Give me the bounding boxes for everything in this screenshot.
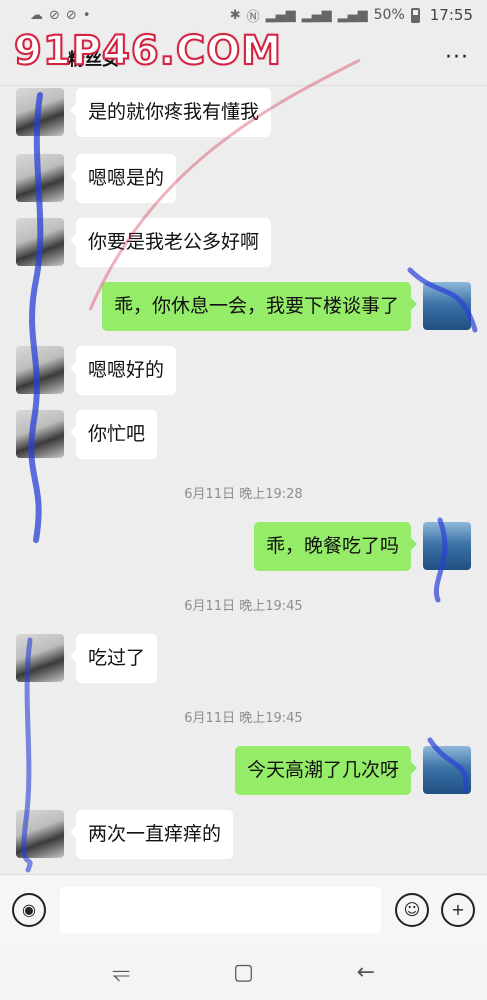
my-avatar[interactable] [423, 746, 471, 794]
message-row: 两次一直痒痒的 [16, 810, 234, 859]
message-row: 是的就你疼我有懂我 [16, 88, 272, 137]
message-bubble[interactable]: 你忙吧 [69, 410, 158, 459]
plus-icon[interactable]: + [441, 892, 475, 927]
voice-icon[interactable]: ◉ [12, 892, 46, 927]
input-bar: ◉ ☺ + [0, 874, 487, 944]
message-bubble[interactable]: 两次一直痒痒的 [69, 810, 234, 859]
contact-avatar[interactable] [16, 810, 64, 858]
sync-icon: ⊘ [49, 7, 60, 23]
watermark: 91P46.COM [13, 27, 283, 75]
message-bubble[interactable]: 乖，晚餐吃了吗 [253, 522, 418, 571]
message-bubble[interactable]: 吃过了 [69, 634, 158, 683]
nfc-icon: Ⓝ [246, 9, 260, 25]
more-options-icon[interactable]: ··· [445, 46, 469, 69]
status-bar: ☁ ⊘ ⊘ • ✱ Ⓝ ▂▄▆ ▂▄▆ ▂▄▆ 50% 17:55 [0, 0, 487, 30]
message-list[interactable]: 是的就你疼我有懂我 嗯嗯是的 你要是我老公多好啊 乖，你休息一会，我要下楼谈事了… [0, 86, 487, 874]
message-bubble[interactable]: 嗯嗯好的 [69, 346, 177, 395]
signal-icon: ▂▄▆ [265, 7, 296, 23]
contact-avatar[interactable] [16, 88, 64, 136]
message-bubble[interactable]: 你要是我老公多好啊 [69, 218, 272, 267]
contact-avatar[interactable] [16, 634, 64, 682]
recents-icon[interactable]: ⥫ [101, 960, 141, 985]
message-row: 嗯嗯好的 [16, 346, 177, 395]
message-bubble[interactable]: 今天高潮了几次呀 [234, 746, 418, 795]
clock: 17:55 [429, 6, 473, 24]
home-icon[interactable]: ▢ [223, 960, 263, 985]
back-icon[interactable]: ← [346, 960, 386, 985]
status-left: ☁ ⊘ ⊘ • [30, 8, 90, 23]
message-bubble[interactable]: 乖，你休息一会，我要下楼谈事了 [101, 282, 418, 331]
message-row: 你忙吧 [16, 410, 158, 459]
message-bubble[interactable]: 嗯嗯是的 [69, 154, 177, 203]
message-input[interactable] [60, 886, 381, 933]
message-bubble[interactable]: 是的就你疼我有懂我 [69, 88, 272, 137]
dot-icon: • [82, 7, 91, 23]
cloud-icon: ☁ [30, 7, 43, 23]
timestamp: 6月11日 晚上19:45 [184, 711, 303, 726]
emoji-icon[interactable]: ☺ [395, 892, 429, 927]
status-right: ✱ Ⓝ ▂▄▆ ▂▄▆ ▂▄▆ 50% 17:55 [230, 6, 473, 25]
message-row: 你要是我老公多好啊 [16, 218, 272, 267]
message-row: 嗯嗯是的 [16, 154, 177, 203]
timestamp: 6月11日 晚上19:45 [184, 599, 303, 614]
contact-avatar[interactable] [16, 218, 64, 266]
contact-avatar[interactable] [16, 410, 64, 458]
signal-icon: ▂▄▆ [337, 7, 368, 23]
contact-avatar[interactable] [16, 154, 64, 202]
battery-percent: 50% [373, 7, 405, 23]
sync-icon: ⊘ [65, 7, 77, 23]
bluetooth-icon: ✱ [229, 7, 241, 23]
message-row: 今天高潮了几次呀 [234, 746, 471, 795]
message-row: 乖，晚餐吃了吗 [253, 522, 471, 571]
message-row: 乖，你休息一会，我要下楼谈事了 [101, 282, 471, 331]
message-row: 吃过了 [16, 634, 158, 683]
my-avatar[interactable] [423, 282, 471, 330]
timestamp: 6月11日 晚上19:28 [184, 487, 303, 502]
system-nav-bar: ⥫ ▢ ← [0, 944, 487, 1000]
contact-avatar[interactable] [16, 346, 64, 394]
signal-4g-icon: ▂▄▆ [301, 7, 332, 23]
battery-icon [410, 7, 420, 23]
my-avatar[interactable] [423, 522, 471, 570]
